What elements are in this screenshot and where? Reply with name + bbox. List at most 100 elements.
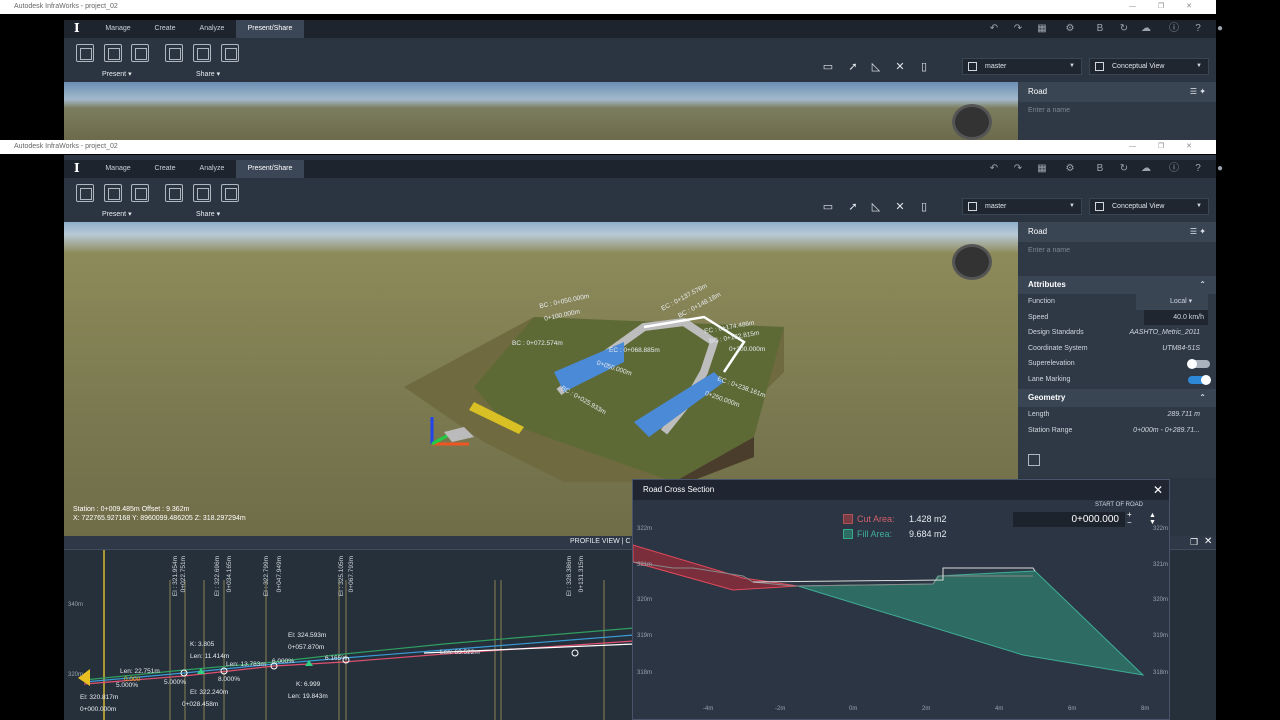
- road-label: BC : 0+072.574m: [512, 340, 563, 347]
- fgdb-icon[interactable]: [221, 44, 239, 62]
- road-cross-section-dialog: Road Cross Section ✕ Cut Area: 1.428 m2 F…: [632, 479, 1170, 720]
- y-tick: 322m: [1153, 526, 1169, 532]
- monitor-icon[interactable]: ▭: [821, 60, 835, 74]
- station-readout: Station : 0+009.485m Offset : 9.362m: [73, 506, 190, 513]
- tab-manage[interactable]: Manage: [96, 20, 140, 38]
- superelevation-toggle[interactable]: [1187, 359, 1210, 369]
- b-icon[interactable]: B: [1094, 163, 1106, 175]
- help-icon[interactable]: ?: [1192, 23, 1204, 35]
- profile-annotation: El: 324.593m: [288, 632, 327, 639]
- tab-manage-main[interactable]: Manage: [96, 160, 140, 178]
- x-tick: 4m: [995, 706, 1004, 712]
- tab-present-share[interactable]: Present/Share: [236, 20, 304, 38]
- tab-analyze[interactable]: Analyze: [190, 20, 234, 38]
- storyboard-icon[interactable]: [104, 44, 122, 62]
- present-group[interactable]: Present ▾: [102, 210, 132, 218]
- lane-marking-toggle[interactable]: [1188, 374, 1211, 385]
- tab-bar: I Manage Create Analyze Present/Share ↶ …: [64, 20, 1223, 38]
- geom-length: Length 289.711 m: [1028, 411, 1200, 418]
- chevron-up-icon: ⌃: [1199, 280, 1206, 289]
- grid-icon[interactable]: ▦: [1036, 163, 1048, 175]
- navigation-cube-icon[interactable]: [952, 244, 992, 280]
- speed-input[interactable]: 40.0 km/h: [1144, 309, 1208, 325]
- redo-icon[interactable]: ↷: [1012, 163, 1024, 175]
- share-group[interactable]: Share ▾: [196, 210, 220, 218]
- user-icon[interactable]: ●: [1214, 163, 1226, 175]
- gear-icon[interactable]: ⚙: [1064, 23, 1076, 35]
- present-icon[interactable]: [131, 184, 149, 202]
- redo-icon[interactable]: ↷: [1012, 23, 1024, 35]
- close-icon[interactable]: ✕: [1153, 480, 1163, 500]
- elevation-tick: 320m: [68, 672, 84, 678]
- refresh-icon[interactable]: ↻: [1118, 23, 1130, 35]
- profile-annotation: 6.000%: [272, 658, 295, 665]
- gear-icon[interactable]: ⚙: [1064, 163, 1076, 175]
- share-group[interactable]: Share ▾: [196, 70, 220, 78]
- vertical-label: 0+047.949m: [276, 556, 283, 593]
- y-tick: 322m: [637, 526, 653, 532]
- attributes-section[interactable]: Attributes ⌃: [1018, 276, 1216, 294]
- tab-create-main[interactable]: Create: [144, 160, 186, 178]
- road-name-input[interactable]: Enter a name: [1018, 102, 1216, 120]
- monitor-icon[interactable]: ▭: [821, 200, 835, 214]
- vertical-label: El : 321.954m: [172, 556, 179, 597]
- select-icon[interactable]: ➚: [846, 200, 860, 214]
- select-icon[interactable]: ➚: [846, 60, 860, 74]
- info-icon[interactable]: ⓘ: [1168, 163, 1180, 175]
- viewport-top[interactable]: [64, 82, 1018, 140]
- y-tick: 321m: [1153, 562, 1169, 568]
- tools-icon[interactable]: ✕: [893, 60, 907, 74]
- measure-icon[interactable]: ◺: [869, 200, 883, 214]
- cloud-icon[interactable]: ☁: [1140, 23, 1152, 35]
- view-style-dropdown[interactable]: Conceptual View: [1089, 198, 1209, 215]
- add-storyboard-icon[interactable]: [76, 184, 94, 202]
- window-controls-main[interactable]: — ❐ ✕: [1129, 140, 1202, 154]
- calculator-icon[interactable]: [1028, 454, 1040, 466]
- help-icon[interactable]: ?: [1192, 163, 1204, 175]
- navigation-cube-icon[interactable]: [952, 104, 992, 140]
- tab-create[interactable]: Create: [144, 20, 186, 38]
- info-icon[interactable]: ⓘ: [1168, 23, 1180, 35]
- branch-dropdown[interactable]: master: [962, 58, 1082, 75]
- road-label: 0+200.000m: [729, 346, 766, 353]
- view-style-dropdown[interactable]: Conceptual View: [1089, 58, 1209, 75]
- profile-annotation: K: 6.999: [296, 681, 321, 688]
- menu-icon[interactable]: ☰ ✦: [1190, 222, 1206, 242]
- window-controls[interactable]: — ❐ ✕: [1129, 0, 1202, 14]
- function-select[interactable]: Local ▾: [1136, 294, 1208, 310]
- coordinates-readout: X: 722765.927168 Y: 8960099.486205 Z: 31…: [73, 515, 246, 522]
- export-image-icon[interactable]: [165, 184, 183, 202]
- profile-annotation: 5.000%: [164, 679, 187, 686]
- undo-icon[interactable]: ↶: [988, 163, 1000, 175]
- tab-bar-main: I Manage Create Analyze Present/Share ↶ …: [64, 160, 1223, 178]
- branch-dropdown[interactable]: master: [962, 198, 1082, 215]
- close-icon[interactable]: ✕: [1204, 536, 1212, 547]
- vertical-label: 0+022.751m: [180, 556, 187, 593]
- attr-coordinate-system: Coordinate System UTM84-51S: [1028, 344, 1200, 352]
- export-icon[interactable]: [193, 184, 211, 202]
- user-icon[interactable]: ●: [1214, 23, 1226, 35]
- b-icon[interactable]: B: [1094, 23, 1106, 35]
- present-group[interactable]: Present ▾: [102, 70, 132, 78]
- fgdb-icon[interactable]: [221, 184, 239, 202]
- panel-icon[interactable]: ▯: [917, 200, 931, 214]
- panel-icon[interactable]: ▯: [917, 60, 931, 74]
- vertical-label: 0+067.793m: [348, 556, 355, 593]
- cloud-icon[interactable]: ☁: [1140, 163, 1152, 175]
- vertical-label: 0+131.315m: [578, 556, 585, 593]
- storyboard-icon[interactable]: [104, 184, 122, 202]
- geometry-section[interactable]: Geometry ⌃: [1018, 389, 1216, 407]
- grid-icon[interactable]: ▦: [1036, 23, 1048, 35]
- export-image-icon[interactable]: [165, 44, 183, 62]
- restore-icon[interactable]: ❐: [1190, 537, 1198, 548]
- tab-analyze-main[interactable]: Analyze: [190, 160, 234, 178]
- road-name-input[interactable]: Enter a name: [1018, 242, 1216, 260]
- present-icon[interactable]: [131, 44, 149, 62]
- undo-icon[interactable]: ↶: [988, 23, 1000, 35]
- add-storyboard-icon[interactable]: [76, 44, 94, 62]
- export-icon[interactable]: [193, 44, 211, 62]
- refresh-icon[interactable]: ↻: [1118, 163, 1130, 175]
- measure-icon[interactable]: ◺: [869, 60, 883, 74]
- tab-present-share-main[interactable]: Present/Share: [236, 160, 304, 178]
- tools-icon[interactable]: ✕: [893, 200, 907, 214]
